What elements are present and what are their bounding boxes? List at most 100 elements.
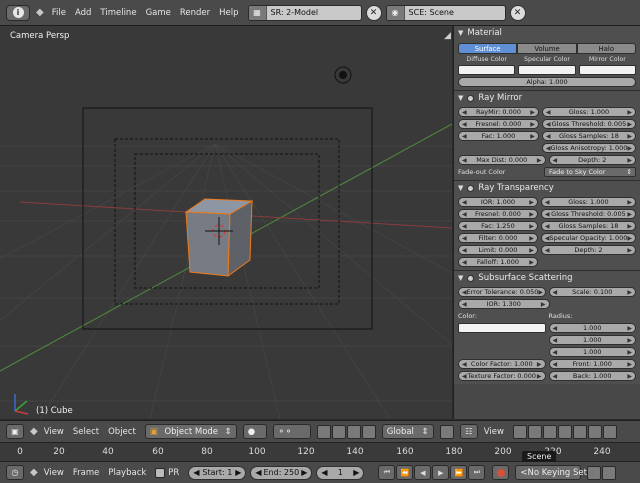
color-factor-field[interactable]: ◀ Color Factor: 1.000 ▶ — [458, 359, 546, 369]
alpha-field[interactable]: Alpha: 1.000 — [458, 77, 636, 87]
start-frame-field[interactable]: ◀ Start: 1 ▶ — [188, 465, 247, 480]
mirror-fresnel-field[interactable]: ◀ Fresnel: 0.000 ▶ — [458, 119, 539, 129]
radius-b-field[interactable]: ◀ 1.000 ▶ — [548, 347, 636, 357]
trans-fac-field[interactable]: ◀ Fac: 1.250 ▶ — [458, 221, 538, 231]
sss-scale-field[interactable]: ◀ Scale: 0.100 ▶ — [548, 287, 636, 297]
3d-view-editor-button[interactable]: ▣ — [6, 424, 24, 439]
insert-keyframe-icon[interactable] — [587, 465, 602, 480]
fade-out-select[interactable]: Fade to Sky Color ⇕ — [544, 167, 636, 177]
sss-toggle[interactable] — [467, 274, 475, 282]
play-reverse-button[interactable]: ◀ — [414, 465, 432, 480]
tab-halo[interactable]: Halo — [576, 43, 636, 54]
material-panel-header[interactable]: ▼ Material — [458, 26, 636, 40]
pivot-select[interactable]: ⚬⚬ — [272, 424, 311, 439]
menu-select[interactable]: Select — [73, 427, 99, 437]
trans-ior-field[interactable]: ◀ IOR: 1.000 ▶ — [458, 197, 538, 207]
editor-type-button[interactable]: i — [6, 4, 30, 21]
trans-limit-field[interactable]: ◀ Limit: 0.000 ▶ — [458, 245, 538, 255]
timeline-editor-button[interactable]: ◷ — [6, 465, 24, 480]
menu-view[interactable]: View — [44, 427, 64, 437]
jump-end-button[interactable]: ⏭ — [468, 465, 486, 480]
radius-g-field[interactable]: ◀ 1.000 ▶ — [548, 335, 636, 345]
menu-timeline[interactable]: Timeline — [100, 8, 136, 18]
error-tolerance-field[interactable]: ◀ Error Tolerance: 0.050 ▶ — [458, 287, 546, 297]
rotate-icon[interactable] — [346, 424, 361, 439]
trans-falloff-field[interactable]: ◀ Falloff: 1.000 ▶ — [458, 257, 538, 267]
sss-back-field[interactable]: ◀ Back: 1.000 ▶ — [548, 371, 636, 381]
header-expand-icon[interactable]: ◆ — [30, 426, 38, 437]
sss-ior-field[interactable]: ◀ IOR: 1.300 ▶ — [458, 299, 550, 309]
menu-game[interactable]: Game — [146, 8, 171, 18]
preview-range-checkbox[interactable] — [155, 467, 166, 478]
manipulator-icon[interactable] — [316, 424, 331, 439]
menu-help[interactable]: Help — [219, 8, 238, 18]
translate-icon[interactable] — [331, 424, 346, 439]
trans-fresnel-field[interactable]: ◀ Fresnel: 0.000 ▶ — [458, 209, 538, 219]
specular-opacity-field[interactable]: ◀ Specular Opacity: 1.000 ▶ — [540, 233, 636, 243]
object-context-icon[interactable] — [557, 424, 572, 439]
end-frame-field[interactable]: ◀ End: 250 ▶ — [250, 465, 313, 480]
raymir-field[interactable]: ◀ RayMir: 0.000 ▶ — [458, 107, 539, 117]
world-context-icon[interactable] — [542, 424, 557, 439]
shading-select[interactable]: ● — [242, 424, 267, 439]
timeline-menu-view[interactable]: View — [44, 468, 64, 478]
material-context-icon[interactable] — [587, 424, 602, 439]
screen-layout-field[interactable]: ▦ SR: 2-Model — [247, 4, 362, 21]
mirror-depth-field[interactable]: ◀ Depth: 2 ▶ — [548, 155, 636, 165]
next-keyframe-button[interactable]: ⏩ — [450, 465, 468, 480]
scene-field[interactable]: ◉ SCE: Scene — [385, 4, 506, 21]
tab-volume[interactable]: Volume — [517, 43, 577, 54]
orientation-select[interactable]: Global ⇕ — [381, 424, 434, 439]
menu-file[interactable]: File — [52, 8, 66, 18]
render-context-icon[interactable] — [512, 424, 527, 439]
trans-gloss-threshold-field[interactable]: ◀ Gloss Threshold: 0.005 ▶ — [540, 209, 636, 219]
scene-context-icon[interactable] — [527, 424, 542, 439]
menu-render[interactable]: Render — [180, 8, 210, 18]
properties-editor-button[interactable]: ☷ — [459, 424, 478, 439]
mirror-gloss-threshold-field[interactable]: ◀ Gloss Threshold: 0.005 ▶ — [541, 119, 636, 129]
area-split-icon[interactable]: ◢ — [444, 31, 451, 41]
mirror-gloss-field[interactable]: ◀ Gloss: 1.000 ▶ — [541, 107, 636, 117]
specular-color-swatch[interactable] — [518, 65, 576, 75]
delete-keyframe-icon[interactable] — [602, 465, 617, 480]
diffuse-color-swatch[interactable] — [458, 65, 516, 75]
radius-r-field[interactable]: ◀ 1.000 ▶ — [548, 323, 636, 333]
mirror-fac-field[interactable]: ◀ Fac: 1.000 ▶ — [458, 131, 539, 141]
ray-mirror-header[interactable]: ▼ Ray Mirror — [458, 91, 636, 105]
expand-icon[interactable]: ◆ — [36, 7, 44, 18]
tab-surface[interactable]: Surface — [458, 43, 518, 54]
prev-keyframe-button[interactable]: ⏪ — [396, 465, 414, 480]
3d-viewport[interactable]: ◢ Camera Persp (1) Cube — [0, 26, 452, 419]
trans-depth-field[interactable]: ◀ Depth: 2 ▶ — [540, 245, 636, 255]
play-button[interactable]: ▶ — [432, 465, 450, 480]
screen-close-button[interactable]: ✕ — [365, 4, 382, 21]
timeline-menu-frame[interactable]: Frame — [73, 468, 99, 478]
ray-mirror-toggle[interactable] — [467, 94, 475, 102]
scale-icon[interactable] — [361, 424, 376, 439]
lamp-icon[interactable] — [334, 66, 352, 84]
auto-key-button[interactable] — [492, 465, 510, 480]
sss-front-field[interactable]: ◀ Front: 1.000 ▶ — [548, 359, 636, 369]
trans-gloss-field[interactable]: ◀ Gloss: 1.000 ▶ — [540, 197, 636, 207]
menu-add[interactable]: Add — [75, 8, 91, 18]
layers-icon[interactable] — [439, 424, 454, 439]
trans-filter-field[interactable]: ◀ Filter: 0.000 ▶ — [458, 233, 538, 243]
keying-set-select[interactable]: <No Keying Set> — [515, 465, 594, 480]
sss-color-swatch[interactable] — [458, 323, 546, 333]
mode-select[interactable]: ▣ Object Mode ⇕ — [144, 424, 237, 439]
trans-gloss-samples-field[interactable]: ◀ Gloss Samples: 18 ▶ — [540, 221, 636, 231]
texture-context-icon[interactable] — [602, 424, 617, 439]
mirror-gloss-anisotropy-field[interactable]: ◀ Gloss Anisotropy: 1.000 ▶ — [541, 143, 636, 153]
timeline-menu-playback[interactable]: Playback — [108, 468, 146, 478]
menu-object[interactable]: Object — [108, 427, 136, 437]
mirror-color-swatch[interactable] — [578, 65, 636, 75]
ray-transparency-header[interactable]: ▼ Ray Transparency — [458, 181, 636, 195]
ray-transparency-toggle[interactable] — [467, 184, 475, 192]
current-frame-field[interactable]: ◀ 1 ▶ — [316, 465, 365, 480]
max-dist-field[interactable]: ◀ Max Dist: 0.000 ▶ — [458, 155, 546, 165]
texture-factor-field[interactable]: ◀ Texture Factor: 0.000 ▶ — [458, 371, 546, 381]
sss-header[interactable]: ▼ Subsurface Scattering — [458, 271, 636, 285]
mirror-gloss-samples-field[interactable]: ◀ Gloss Samples: 18 ▶ — [541, 131, 636, 141]
timeline-expand-icon[interactable]: ◆ — [30, 467, 38, 478]
scene-close-button[interactable]: ✕ — [509, 4, 526, 21]
